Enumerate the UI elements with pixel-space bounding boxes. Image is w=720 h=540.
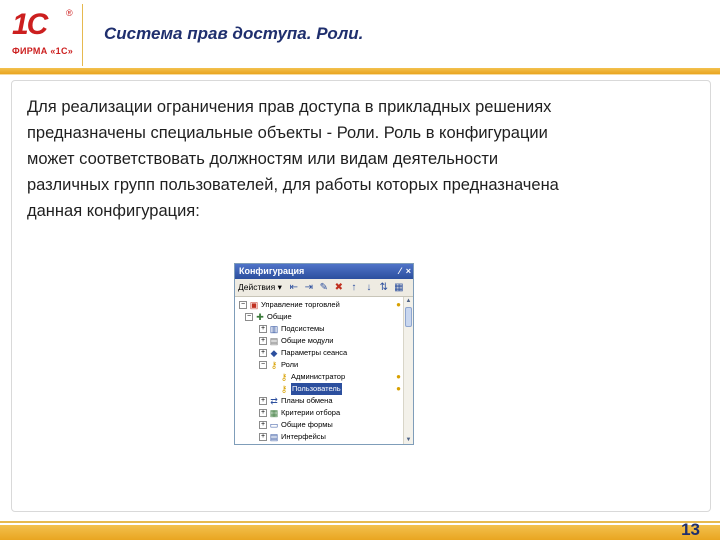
configuration-tree: − ▣ Управление торговлей ● − ✚ Общие + ▥… (235, 297, 403, 444)
company-logo: 1С ® ФИРМА «1С» (8, 8, 78, 56)
tree-item-label: Общие формы (281, 420, 333, 429)
move-left-icon[interactable]: ⇤ (288, 282, 300, 294)
tree-item-label: Общие модули (281, 336, 334, 345)
exchange-plans-icon: ⇄ (270, 396, 278, 406)
configuration-window: Конфигурация ⁄ × Действия ▾ ⇤ ⇥ ✎ ✖ ↑ ↓ … (234, 263, 414, 445)
expand-icon[interactable]: + (259, 349, 267, 357)
body-line: различных групп пользователей, для работ… (27, 176, 559, 194)
delete-icon[interactable]: ✖ (333, 282, 345, 294)
forms-icon: ▭ (269, 420, 279, 430)
move-up-icon[interactable]: ↑ (348, 282, 360, 294)
configuration-window-title: Конфигурация (239, 266, 305, 276)
tree-item[interactable]: + ◆ Параметры сеанса (259, 347, 347, 359)
tree-item-label: Пользователь (291, 383, 342, 395)
tree-item-label: Параметры сеанса (281, 348, 348, 357)
tree-item-selected[interactable]: ⚷ Пользователь (279, 383, 342, 395)
sort-icon[interactable]: ⇅ (378, 282, 390, 294)
expand-icon[interactable]: + (259, 397, 267, 405)
tree-item-label: Планы обмена (281, 396, 333, 405)
session-params-icon: ◆ (270, 348, 278, 358)
tree-item[interactable]: + ▦ Критерии отбора (259, 407, 340, 419)
footer-accent-bar (0, 525, 720, 540)
expand-icon[interactable]: + (259, 337, 267, 345)
pin-icon[interactable]: ⁄ (399, 265, 401, 278)
collapse-icon[interactable]: − (239, 301, 247, 309)
footer-line (0, 521, 720, 523)
slide-title: Система прав доступа. Роли. (104, 24, 364, 43)
tree-item[interactable]: + ▤ Общие модули (259, 335, 333, 347)
tree-item[interactable]: + ⇄ Планы обмена (259, 395, 333, 407)
scroll-up-icon[interactable]: ▲ (404, 297, 413, 305)
tree-item-label: Администратор (291, 372, 346, 381)
key-icon: ⚷ (280, 372, 288, 382)
logo-mark: 1С (12, 8, 48, 41)
body-line: Для реализации ограничения прав доступа … (27, 98, 552, 116)
modules-icon: ▤ (269, 336, 279, 346)
expand-icon[interactable]: + (259, 325, 267, 333)
scrollbar-thumb[interactable] (405, 307, 412, 327)
key-icon: ⚷ (280, 384, 288, 394)
roles-icon: ⚷ (270, 360, 278, 370)
tree-item[interactable]: + ▥ Подсистемы (259, 323, 325, 335)
expand-icon[interactable]: + (259, 409, 267, 417)
tree-item[interactable]: − ⚷ Роли (259, 359, 298, 371)
collapse-icon[interactable]: − (259, 361, 267, 369)
tree-item[interactable]: ⚷ Администратор (279, 371, 345, 383)
subsystems-icon: ▥ (269, 324, 279, 334)
logo-registered-mark: ® (66, 8, 73, 18)
actions-menu-button[interactable]: Действия ▾ (235, 282, 285, 293)
tree-item[interactable]: + ▤ Интерфейсы (259, 431, 326, 443)
common-icon: ✚ (256, 312, 264, 322)
criteria-icon: ▦ (269, 408, 279, 418)
tree-scrollbar[interactable]: ▲ ▼ (403, 297, 413, 444)
status-icon: ● (396, 372, 401, 381)
page-number: 13 (681, 520, 700, 539)
header-divider (82, 4, 83, 66)
body-line: предназначены специальные объекты - Роли… (27, 124, 548, 142)
tree-item[interactable]: − ✚ Общие (245, 311, 292, 323)
body-line: данная конфигурация: (27, 202, 200, 220)
tree-item-label: Роли (281, 360, 299, 369)
scroll-down-icon[interactable]: ▼ (404, 436, 413, 444)
configuration-toolbar: Действия ▾ ⇤ ⇥ ✎ ✖ ↑ ↓ ⇅ ▦ (235, 279, 413, 297)
header-accent-line (0, 74, 720, 75)
filter-icon[interactable]: ▦ (393, 282, 405, 294)
interfaces-icon: ▤ (269, 432, 279, 442)
tree-item-label: Интерфейсы (281, 432, 326, 441)
edit-icon[interactable]: ✎ (318, 282, 330, 294)
tree-item[interactable]: − ▣ Управление торговлей (239, 299, 340, 311)
tree-item[interactable]: + ▭ Общие формы (259, 419, 333, 431)
tree-item-label: Управление торговлей (261, 300, 340, 309)
config-root-icon: ▣ (249, 300, 259, 310)
body-line: может соответствовать должностям или вид… (27, 150, 499, 168)
move-right-icon[interactable]: ⇥ (303, 282, 315, 294)
tree-item-label: Общие (267, 312, 292, 321)
collapse-icon[interactable]: − (245, 313, 253, 321)
move-down-icon[interactable]: ↓ (363, 282, 375, 294)
slide-header: 1С ® ФИРМА «1С» Система прав доступа. Ро… (0, 0, 720, 78)
status-icon: ● (396, 300, 401, 309)
expand-icon[interactable]: + (259, 433, 267, 441)
configuration-window-titlebar: Конфигурация ⁄ × (235, 264, 413, 279)
body-paragraph: Для реализации ограничения прав доступа … (27, 94, 699, 224)
expand-icon[interactable]: + (259, 421, 267, 429)
tree-item-label: Критерии отбора (281, 408, 341, 417)
status-icon: ● (396, 384, 401, 393)
tree-item-label: Подсистемы (281, 324, 325, 333)
close-icon[interactable]: × (406, 265, 411, 278)
logo-caption: ФИРМА «1С» (12, 46, 74, 56)
